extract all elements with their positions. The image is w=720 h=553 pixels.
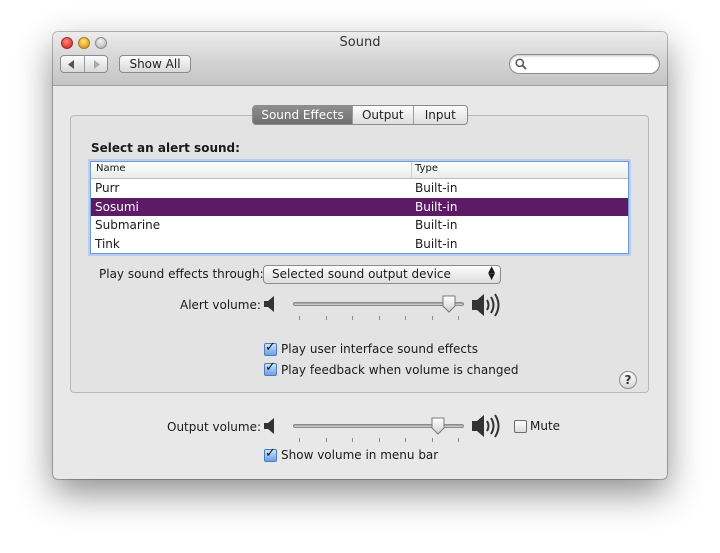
column-divider (411, 162, 412, 178)
slider-tick (405, 316, 406, 320)
mute-label: Mute (530, 419, 561, 433)
volume-low-icon (264, 296, 274, 312)
slider-tick (405, 438, 406, 442)
alert-sound-table[interactable]: Name Type Purr Built-in Sosumi Built-in … (90, 161, 629, 254)
sound-type: Built-in (415, 236, 458, 251)
help-button[interactable]: ? (619, 371, 637, 389)
slider-knob[interactable] (431, 417, 445, 435)
sound-name: Tink (95, 236, 120, 251)
alert-volume-label: Alert volume: (180, 298, 261, 312)
slider-tick (352, 316, 353, 320)
slider-tick (458, 316, 459, 320)
window-title: Sound (339, 35, 381, 50)
slider-track[interactable] (293, 302, 464, 306)
volume-low-icon (264, 418, 274, 434)
sound-name: Sosumi (95, 199, 139, 214)
ui-sound-effects-checkbox[interactable]: ✓ (264, 340, 277, 356)
tab-sound-effects[interactable]: Sound Effects (253, 106, 353, 124)
table-row[interactable]: Purr Built-in (91, 179, 628, 198)
back-button[interactable] (61, 56, 84, 72)
alert-sound-heading: Select an alert sound: (91, 141, 240, 155)
show-all-button[interactable]: Show All (119, 55, 191, 73)
volume-feedback-label: Play feedback when volume is changed (281, 363, 519, 377)
sound-type: Built-in (415, 199, 458, 214)
slider-tick (352, 438, 353, 442)
column-header-type[interactable]: Type (415, 163, 438, 174)
forward-arrow-icon (93, 59, 100, 69)
tab-input[interactable]: Input (412, 106, 468, 124)
slider-tick (431, 438, 433, 442)
ui-sound-effects-label: Play user interface sound effects (281, 342, 478, 356)
slider-tick (378, 316, 380, 320)
table-row[interactable]: Submarine Built-in (91, 216, 628, 235)
slider-tick (458, 438, 459, 442)
slider-tick (299, 438, 300, 442)
sound-name: Submarine (95, 218, 161, 232)
output-volume-label: Output volume: (167, 420, 261, 434)
slider-tick (378, 438, 380, 442)
slider-tick (325, 316, 327, 320)
table-row[interactable]: Tink Built-in (91, 235, 628, 254)
search-input[interactable] (509, 54, 660, 74)
sound-name: Purr (95, 181, 120, 195)
back-arrow-icon (68, 59, 75, 69)
search-icon (515, 58, 527, 70)
volume-high-icon (472, 293, 500, 317)
popup-arrows-icon: ▲ ▼ (488, 265, 495, 282)
slider-knob[interactable] (442, 295, 456, 313)
slider-tick (299, 316, 300, 320)
mute-checkbox[interactable] (514, 420, 527, 433)
slider-tick (325, 438, 327, 442)
volume-high-icon (472, 414, 500, 438)
play-through-value: Selected sound output device (272, 267, 451, 281)
volume-feedback-checkbox[interactable]: ✓ (264, 360, 277, 376)
table-row[interactable]: Sosumi Built-in (91, 197, 628, 216)
back-forward-control (60, 55, 108, 73)
column-header-name[interactable]: Name (96, 163, 126, 174)
show-volume-menu-bar-checkbox[interactable]: ✓ (264, 446, 277, 462)
sound-type: Built-in (415, 181, 458, 195)
play-through-label: Play sound effects through: (99, 267, 264, 281)
show-volume-menu-bar-label: Show volume in menu bar (281, 448, 439, 462)
sound-preferences-window: Sound Show All Sound Effects Output Inpu… (53, 32, 667, 479)
slider-tick (431, 316, 433, 320)
forward-button[interactable] (83, 56, 108, 72)
title-bar: Sound Show All (53, 32, 667, 86)
play-through-popup[interactable]: Selected sound output device ▲ ▼ (263, 265, 501, 284)
tab-bar: Sound Effects Output Input (252, 105, 468, 125)
tab-output[interactable]: Output (352, 106, 412, 124)
sound-type: Built-in (415, 218, 458, 232)
table-header: Name Type (91, 162, 628, 179)
